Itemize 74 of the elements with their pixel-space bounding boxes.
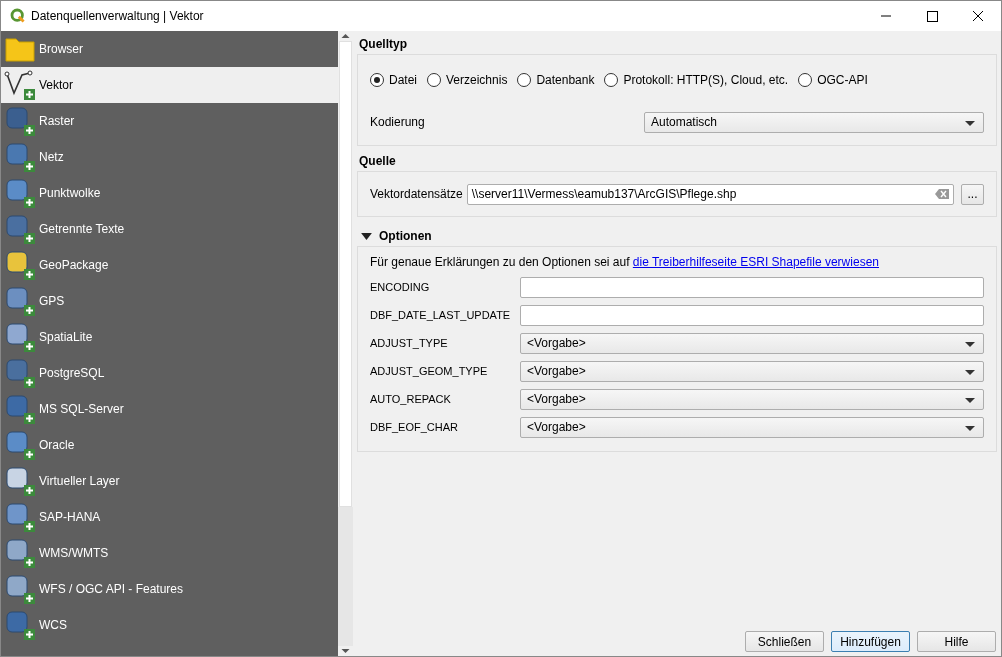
option-dropdown[interactable]: <Vorgabe> [520, 416, 984, 438]
section-heading: Quelltyp [358, 36, 408, 53]
sidebar-item[interactable]: WFS / OGC API - Features [1, 571, 338, 607]
layer-plus-icon [4, 537, 36, 569]
field-label: Kodierung [370, 115, 425, 130]
field-label: Vektordatensätze [370, 187, 463, 201]
layer-plus-icon [4, 213, 36, 245]
radio-label: Datenbank [536, 73, 595, 88]
sidebar-item[interactable]: WCS [1, 607, 338, 643]
clear-icon[interactable] [935, 189, 949, 199]
option-label: AUTO_REPACK [370, 393, 452, 405]
window-title: Datenquellenverwaltung | Vektor [31, 9, 204, 23]
sidebar-item[interactable]: Raster [1, 103, 338, 139]
layer-plus-icon [4, 285, 36, 317]
vector-plus-icon [4, 69, 36, 101]
layer-plus-icon [4, 501, 36, 533]
section-heading: Optionen [379, 229, 432, 243]
options-hint-text: Für genaue Erklärungen zu den Optionen sei auf die Treiberhilfeseite ESRI Shapefile verwiesen [370, 255, 880, 269]
sidebar-item[interactable]: WMS/WMTS [1, 535, 338, 571]
radio-button[interactable] [798, 73, 813, 88]
layer-plus-icon [4, 393, 36, 425]
app-logo-icon [10, 8, 26, 24]
radio-label: Datei [389, 73, 417, 88]
sidebar-item[interactable]: Netz [1, 139, 338, 175]
collapsible-header[interactable]: Optionen [357, 227, 997, 246]
option-dropdown[interactable]: <Vorgabe> [520, 332, 984, 354]
layer-plus-icon [4, 249, 36, 281]
layer-plus-icon [4, 357, 36, 389]
option-dropdown[interactable]: <Vorgabe> [520, 360, 984, 382]
scrollbar[interactable] [338, 31, 353, 656]
sidebar-item[interactable]: GeoPackage [1, 247, 338, 283]
layer-plus-icon [4, 141, 36, 173]
layer-plus-icon [4, 321, 36, 353]
sidebar-item[interactable]: GPS [1, 283, 338, 319]
path-input-field[interactable]: \\server11\Vermess\eamub137\ArcGIS\Pflege.shp [466, 183, 954, 205]
driver-help-link[interactable]: die Treiberhilfeseite ESRI Shapefile verwiesen [632, 255, 879, 269]
option-label: DBF_EOF_CHAR [370, 421, 460, 433]
option-label: DBF_DATE_LAST_UPDATE [370, 309, 512, 321]
sidebar-item[interactable]: MS SQL-Server [1, 391, 338, 427]
layer-plus-icon [4, 609, 36, 641]
radio-label: OGC-API [817, 73, 868, 88]
section-heading: Quelle [358, 153, 397, 170]
dialog-button[interactable]: Schließen [745, 631, 824, 652]
sidebar-item[interactable]: SpatiaLite [1, 319, 338, 355]
option-input-field[interactable] [520, 276, 984, 298]
layer-plus-icon [4, 465, 36, 497]
sidebar-item[interactable]: Punktwolke [1, 175, 338, 211]
option-label: ADJUST_TYPE [370, 337, 449, 349]
layer-plus-icon [4, 429, 36, 461]
radio-button[interactable] [427, 73, 441, 88]
sidebar-item[interactable]: Vektor [1, 67, 338, 103]
sidebar-item[interactable]: Browser [1, 31, 338, 67]
dialog-button[interactable]: Hilfe [917, 631, 996, 652]
layer-plus-icon [4, 573, 36, 605]
sidebar-item[interactable]: Virtueller Layer [1, 463, 338, 499]
radio-button[interactable] [370, 73, 384, 88]
radio-button[interactable] [604, 73, 619, 88]
scrollbar-thumb[interactable] [339, 41, 352, 507]
option-label: ADJUST_GEOM_TYPE [370, 365, 489, 377]
radio-label: Verzeichnis [446, 73, 508, 88]
layer-plus-icon [4, 177, 36, 209]
sidebar-item[interactable]: Getrennte Texte [1, 211, 338, 247]
option-input-field[interactable] [520, 304, 984, 326]
dialog-button[interactable]: Hinzufügen [831, 631, 910, 652]
sidebar-item[interactable]: Oracle [1, 427, 338, 463]
radio-label: Protokoll: HTTP(S), Cloud, etc. [623, 73, 789, 88]
option-label: ENCODING [370, 281, 431, 293]
encoding-dropdown[interactable]: Automatisch [644, 111, 984, 133]
option-dropdown[interactable]: <Vorgabe> [520, 388, 984, 410]
layer-plus-icon [4, 105, 36, 137]
sidebar-item[interactable]: PostgreSQL [1, 355, 338, 391]
sidebar-item[interactable]: SAP-HANA [1, 499, 338, 535]
browse-button[interactable]: ... [961, 183, 984, 205]
radio-button[interactable] [517, 73, 532, 88]
